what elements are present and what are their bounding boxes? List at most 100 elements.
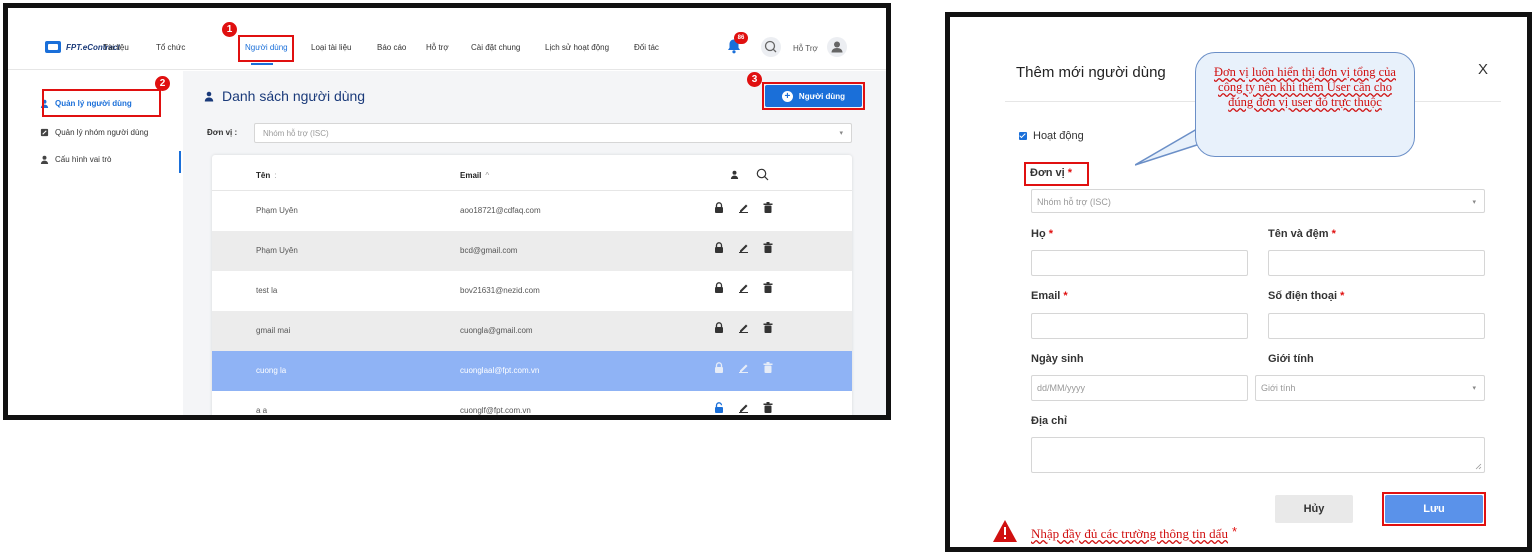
trash-icon[interactable] bbox=[763, 242, 773, 253]
user-list-screenshot: FPT.eContract Tài liệu Tổ chức Người dùn… bbox=[3, 3, 891, 420]
cancel-button[interactable]: Hủy bbox=[1275, 495, 1353, 523]
logo-icon bbox=[45, 41, 61, 53]
edit-document-icon bbox=[40, 128, 49, 137]
dob-field[interactable]: dd/MM/yyyy bbox=[1031, 375, 1248, 401]
search-icon bbox=[764, 40, 777, 53]
dob-label: Ngày sinh bbox=[1031, 353, 1084, 365]
cell-name: cuong la bbox=[256, 366, 287, 375]
dialog-title: Thêm mới người dùng bbox=[1016, 64, 1166, 81]
gender-select[interactable]: Giới tính ▾ bbox=[1255, 375, 1485, 401]
table-row[interactable]: test la bov21631@nezid.com bbox=[212, 271, 852, 311]
page-title-text: Danh sách người dùng bbox=[222, 88, 366, 104]
unit-label: Đơn vị : bbox=[207, 128, 238, 137]
cell-email: cuongla@gmail.com bbox=[460, 326, 533, 335]
user-filter-icon[interactable] bbox=[730, 170, 739, 179]
table-header: Tên: Email ^ bbox=[212, 155, 852, 191]
chevron-down-icon: ▾ bbox=[1472, 199, 1476, 206]
lock-icon[interactable] bbox=[714, 362, 724, 373]
edit-icon[interactable] bbox=[738, 402, 749, 413]
user-icon bbox=[204, 91, 214, 101]
chevron-down-icon: ▾ bbox=[1472, 385, 1476, 392]
last-name-field[interactable] bbox=[1031, 250, 1248, 276]
user-icon bbox=[40, 155, 49, 164]
nav-reports[interactable]: Báo cáo bbox=[377, 43, 406, 52]
address-label: Địa chỉ bbox=[1031, 415, 1068, 427]
first-name-label: Tên và đệm * bbox=[1268, 228, 1336, 240]
close-button[interactable]: X bbox=[1478, 61, 1488, 78]
unit-select[interactable]: Nhóm hỗ trợ (ISC) ▾ bbox=[1031, 189, 1485, 213]
lock-icon[interactable] bbox=[714, 202, 724, 213]
nav-general-settings[interactable]: Cài đặt chung bbox=[471, 43, 520, 52]
unlock-icon[interactable] bbox=[714, 402, 724, 413]
chevron-down-icon: ▾ bbox=[839, 130, 843, 137]
cell-email: cuonglaal@fpt.com.vn bbox=[460, 366, 540, 375]
sort-asc-icon: ^ bbox=[485, 171, 490, 180]
trash-icon[interactable] bbox=[763, 362, 773, 373]
trash-icon[interactable] bbox=[763, 322, 773, 333]
edit-icon[interactable] bbox=[738, 282, 749, 293]
top-navigation: FPT.eContract Tài liệu Tổ chức Người dùn… bbox=[8, 8, 886, 70]
unit-select[interactable]: Nhóm hỗ trợ (ISC) ▾ bbox=[254, 123, 852, 143]
edit-icon[interactable] bbox=[738, 362, 749, 373]
nav-organization[interactable]: Tổ chức bbox=[156, 43, 185, 52]
annotation-box-3 bbox=[762, 82, 865, 110]
phone-field[interactable] bbox=[1268, 313, 1485, 339]
cell-name: a a bbox=[256, 406, 268, 415]
table-row[interactable]: a a cuonglf@fpt.com.vn bbox=[212, 391, 852, 415]
table-row[interactable]: gmail mai cuongla@gmail.com bbox=[212, 311, 852, 351]
address-textarea[interactable] bbox=[1031, 437, 1485, 473]
user-avatar[interactable] bbox=[827, 37, 847, 57]
lock-icon[interactable] bbox=[714, 322, 724, 333]
annotation-box-unit bbox=[1024, 162, 1089, 186]
warning-text: Nhập đầy đủ các trường thông tin dấu bbox=[1031, 526, 1228, 541]
trash-icon[interactable] bbox=[763, 202, 773, 213]
step-1-badge: 1 bbox=[222, 22, 237, 37]
trash-icon[interactable] bbox=[763, 402, 773, 413]
search-button[interactable] bbox=[761, 37, 781, 57]
dob-placeholder: dd/MM/yyyy bbox=[1037, 383, 1086, 393]
main-content: Danh sách người dùng + Người dùng 3 Đơn … bbox=[183, 71, 886, 415]
last-name-label: Họ * bbox=[1031, 228, 1054, 240]
users-table: Tên: Email ^ Phạm Uyên aoo18721@cdfaq.com… bbox=[212, 155, 852, 415]
cell-email: aoo18721@cdfaq.com bbox=[460, 206, 541, 215]
table-row[interactable]: Phạm Uyên aoo18721@cdfaq.com bbox=[212, 191, 852, 231]
nav-partners[interactable]: Đối tác bbox=[634, 43, 659, 52]
lock-icon[interactable] bbox=[714, 282, 724, 293]
annotation-box-1 bbox=[238, 35, 294, 62]
lock-icon[interactable] bbox=[714, 242, 724, 253]
nav-active-indicator bbox=[251, 63, 273, 65]
column-header-email[interactable]: Email ^ bbox=[460, 171, 489, 180]
resize-handle-icon[interactable] bbox=[1475, 463, 1482, 470]
active-checkbox-row[interactable]: Hoạt động bbox=[1019, 130, 1084, 142]
edit-icon[interactable] bbox=[738, 242, 749, 253]
cell-email: bcd@gmail.com bbox=[460, 246, 518, 255]
edit-icon[interactable] bbox=[738, 322, 749, 333]
column-header-name[interactable]: Tên: bbox=[256, 171, 276, 180]
trash-icon[interactable] bbox=[763, 282, 773, 293]
sidebar-item-role-config[interactable]: Cấu hình vai trò bbox=[40, 155, 111, 164]
table-row[interactable]: Phạm Uyên bcd@gmail.com bbox=[212, 231, 852, 271]
nav-documents[interactable]: Tài liệu bbox=[103, 43, 129, 52]
step-2-badge: 2 bbox=[155, 76, 170, 91]
table-row-selected[interactable]: cuong la cuonglaal@fpt.com.vn bbox=[212, 351, 852, 391]
nav-support[interactable]: Hỗ trợ bbox=[426, 43, 449, 52]
unit-select-value: Nhóm hỗ trợ (ISC) bbox=[263, 129, 329, 138]
active-label: Hoạt động bbox=[1033, 130, 1084, 142]
active-checkbox[interactable] bbox=[1019, 132, 1027, 140]
nav-document-types[interactable]: Loại tài liệu bbox=[311, 43, 351, 52]
annotation-box-save bbox=[1382, 492, 1486, 526]
unit-select-value: Nhóm hỗ trợ (ISC) bbox=[1037, 197, 1111, 207]
add-user-dialog-screenshot: Thêm mới người dùng X Đơn vị luôn hiển t… bbox=[945, 12, 1532, 552]
sidebar-active-indicator bbox=[179, 151, 181, 173]
sidebar-item-user-groups[interactable]: Quản lý nhóm người dùng bbox=[40, 128, 148, 137]
nav-activity-history[interactable]: Lịch sử hoạt động bbox=[545, 43, 609, 52]
cell-name: Phạm Uyên bbox=[256, 246, 298, 255]
sort-icon: : bbox=[274, 171, 277, 180]
edit-icon[interactable] bbox=[738, 202, 749, 213]
first-name-field[interactable] bbox=[1268, 250, 1485, 276]
help-label[interactable]: Hỗ Trợ bbox=[793, 44, 818, 53]
email-field[interactable] bbox=[1031, 313, 1248, 339]
cell-name: test la bbox=[256, 286, 278, 295]
warning-icon bbox=[993, 520, 1017, 542]
search-icon[interactable] bbox=[756, 168, 769, 181]
